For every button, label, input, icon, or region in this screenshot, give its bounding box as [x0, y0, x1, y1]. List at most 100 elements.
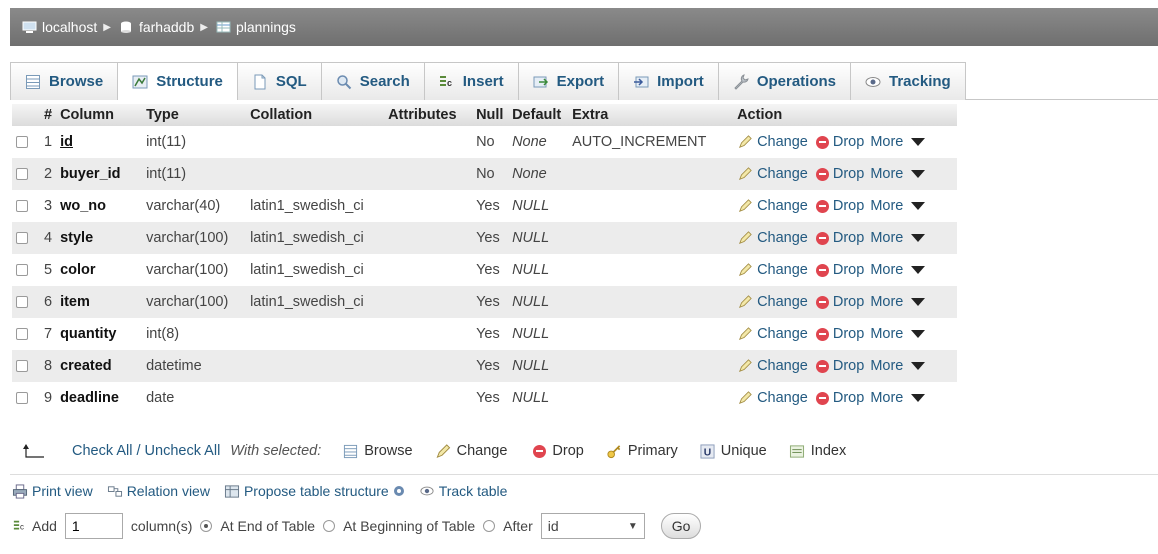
- column-name[interactable]: wo_no: [60, 198, 106, 214]
- row-checkbox[interactable]: [16, 264, 28, 277]
- tab-operations[interactable]: Operations: [717, 62, 851, 100]
- column-name[interactable]: style: [60, 230, 93, 246]
- go-button[interactable]: Go: [660, 513, 702, 539]
- drop-link[interactable]: Drop: [833, 294, 864, 310]
- bulk-index-button[interactable]: Index: [789, 443, 846, 459]
- tab-search[interactable]: Search: [320, 62, 425, 100]
- breadcrumb-item-table[interactable]: plannings: [216, 19, 296, 35]
- row-checkbox[interactable]: [16, 392, 28, 405]
- change-link[interactable]: Change: [757, 294, 808, 310]
- breadcrumb-label[interactable]: farhaddb: [139, 19, 194, 35]
- add-count-input[interactable]: [64, 513, 123, 539]
- relation-view-link[interactable]: Relation view: [107, 483, 210, 499]
- more-dropdown-icon[interactable]: [911, 394, 926, 402]
- bulk-primary-button[interactable]: Primary: [606, 443, 678, 459]
- tab-tracking[interactable]: Tracking: [850, 62, 966, 100]
- column-name[interactable]: id: [60, 134, 73, 150]
- more-link[interactable]: More: [870, 294, 903, 310]
- tab-structure[interactable]: Structure: [117, 62, 238, 100]
- at-end-label[interactable]: At End of Table: [220, 518, 315, 534]
- row-column-name[interactable]: wo_no: [56, 190, 143, 222]
- print-view-link[interactable]: Print view: [12, 483, 93, 499]
- more-dropdown-icon[interactable]: [911, 266, 926, 274]
- drop-link[interactable]: Drop: [833, 390, 864, 406]
- row-checkbox[interactable]: [16, 296, 28, 309]
- breadcrumb-item-server[interactable]: localhost: [22, 19, 97, 35]
- more-link[interactable]: More: [870, 134, 903, 150]
- check-all-link[interactable]: Check All / Uncheck All: [72, 443, 220, 459]
- tab-export[interactable]: Export: [517, 62, 620, 100]
- more-dropdown-icon[interactable]: [911, 298, 926, 306]
- more-dropdown-icon[interactable]: [911, 138, 926, 146]
- row-checkbox[interactable]: [16, 136, 28, 149]
- more-dropdown-icon[interactable]: [911, 330, 926, 338]
- change-link[interactable]: Change: [757, 230, 808, 246]
- tab-sql[interactable]: SQL: [236, 62, 322, 100]
- bulk-change-button[interactable]: Change: [435, 443, 507, 459]
- more-dropdown-icon[interactable]: [911, 170, 926, 178]
- row-checkbox[interactable]: [16, 360, 28, 373]
- row-checkbox[interactable]: [16, 168, 28, 181]
- more-link[interactable]: More: [870, 326, 903, 342]
- more-link[interactable]: More: [870, 358, 903, 374]
- more-link[interactable]: More: [870, 166, 903, 182]
- change-link[interactable]: Change: [757, 134, 808, 150]
- column-name[interactable]: quantity: [60, 326, 116, 342]
- at-end-radio[interactable]: [200, 520, 213, 532]
- more-dropdown-icon[interactable]: [911, 202, 926, 210]
- help-icon[interactable]: [393, 485, 405, 497]
- column-name[interactable]: deadline: [60, 390, 119, 406]
- breadcrumb-label[interactable]: localhost: [42, 19, 97, 35]
- tab-insert[interactable]: c Insert: [423, 62, 519, 100]
- propose-structure-link[interactable]: Propose table structure: [224, 483, 405, 499]
- row-column-name[interactable]: item: [56, 286, 143, 318]
- row-checkbox[interactable]: [16, 232, 28, 245]
- after-label[interactable]: After: [503, 518, 533, 534]
- column-name[interactable]: item: [60, 294, 90, 310]
- more-link[interactable]: More: [870, 230, 903, 246]
- more-link[interactable]: More: [870, 198, 903, 214]
- more-dropdown-icon[interactable]: [911, 362, 926, 370]
- bulk-drop-button[interactable]: Drop: [529, 443, 584, 459]
- row-checkbox[interactable]: [16, 328, 28, 341]
- row-column-name[interactable]: quantity: [56, 318, 143, 350]
- change-link[interactable]: Change: [757, 390, 808, 406]
- bulk-unique-button[interactable]: U Unique: [700, 443, 767, 459]
- drop-link[interactable]: Drop: [833, 326, 864, 342]
- drop-link[interactable]: Drop: [833, 358, 864, 374]
- drop-link[interactable]: Drop: [833, 262, 864, 278]
- breadcrumb-label[interactable]: plannings: [236, 19, 296, 35]
- row-column-name[interactable]: deadline: [56, 382, 143, 414]
- column-name[interactable]: created: [60, 358, 112, 374]
- change-link[interactable]: Change: [757, 326, 808, 342]
- column-name[interactable]: color: [60, 262, 95, 278]
- drop-link[interactable]: Drop: [833, 198, 864, 214]
- relation-icon: [107, 485, 122, 497]
- more-link[interactable]: More: [870, 262, 903, 278]
- after-column-select[interactable]: id ▼: [540, 513, 645, 539]
- bulk-browse-button[interactable]: Browse: [343, 443, 413, 459]
- row-column-name[interactable]: id: [56, 126, 143, 158]
- row-checkbox[interactable]: [16, 200, 28, 213]
- column-name[interactable]: buyer_id: [60, 166, 120, 182]
- change-link[interactable]: Change: [757, 198, 808, 214]
- change-link[interactable]: Change: [757, 358, 808, 374]
- row-column-name[interactable]: style: [56, 222, 143, 254]
- at-beginning-label[interactable]: At Beginning of Table: [343, 518, 475, 534]
- row-column-name[interactable]: created: [56, 350, 143, 382]
- change-link[interactable]: Change: [757, 262, 808, 278]
- more-dropdown-icon[interactable]: [911, 234, 926, 242]
- track-table-link[interactable]: Track table: [419, 483, 507, 499]
- tab-browse[interactable]: Browse: [10, 62, 119, 100]
- at-beginning-radio[interactable]: [323, 520, 336, 532]
- after-radio[interactable]: [483, 520, 496, 532]
- change-link[interactable]: Change: [757, 166, 808, 182]
- drop-link[interactable]: Drop: [833, 134, 864, 150]
- row-column-name[interactable]: color: [56, 254, 143, 286]
- row-column-name[interactable]: buyer_id: [56, 158, 143, 190]
- breadcrumb-item-database[interactable]: farhaddb: [119, 19, 194, 35]
- drop-link[interactable]: Drop: [833, 166, 864, 182]
- more-link[interactable]: More: [870, 390, 903, 406]
- drop-link[interactable]: Drop: [833, 230, 864, 246]
- tab-import[interactable]: Import: [618, 62, 719, 100]
